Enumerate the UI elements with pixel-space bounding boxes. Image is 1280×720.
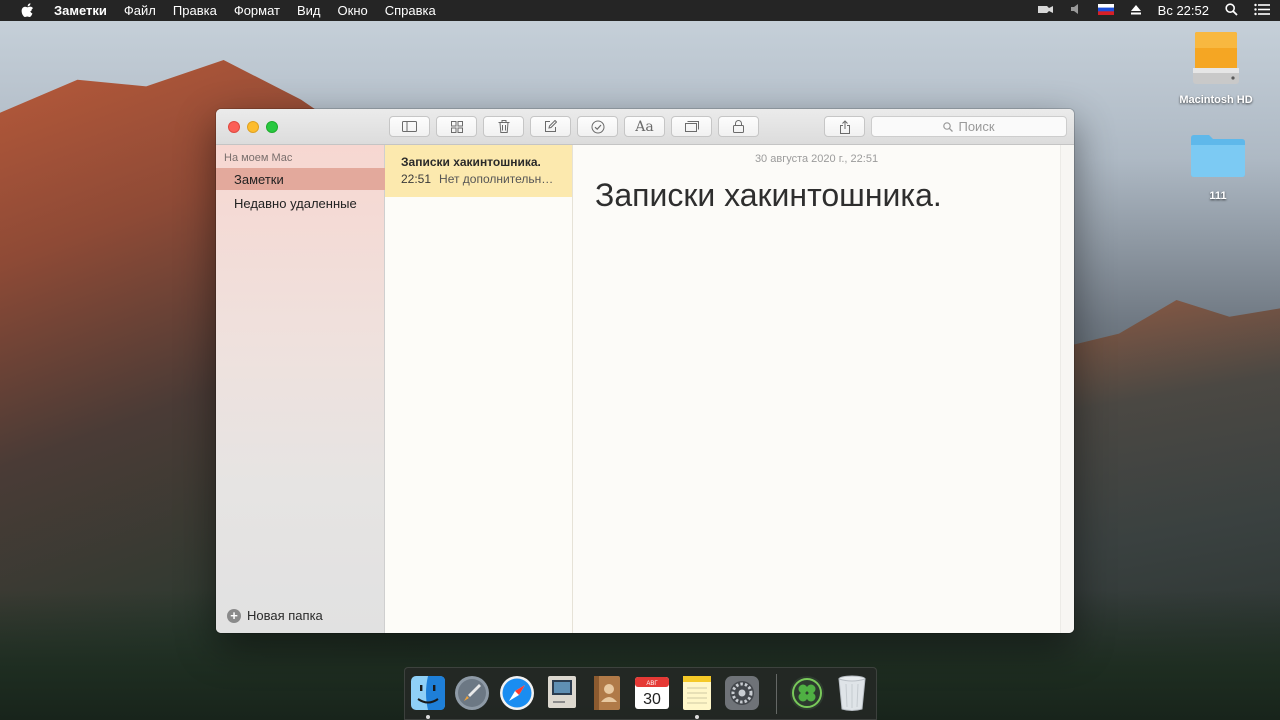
close-button[interactable] xyxy=(228,121,240,133)
plus-circle-icon: + xyxy=(227,608,241,623)
running-indicator xyxy=(695,715,699,719)
screen-recorder-icon[interactable] xyxy=(1036,2,1054,19)
search-icon xyxy=(943,121,954,132)
spotlight-search-icon[interactable] xyxy=(1225,2,1238,19)
volume-icon[interactable] xyxy=(1070,3,1082,18)
folders-sidebar: На моем Mac Заметки Недавно удаленные + … xyxy=(216,145,385,633)
format-text-button[interactable]: Aa xyxy=(624,116,665,137)
eject-icon[interactable] xyxy=(1130,3,1142,18)
dock-classic-mac[interactable] xyxy=(543,674,581,712)
lock-icon xyxy=(733,120,744,133)
calendar-month: АВГ xyxy=(646,681,658,687)
menu-help[interactable]: Справка xyxy=(385,3,436,18)
attachments-view-button[interactable] xyxy=(436,116,477,137)
search-placeholder: Поиск xyxy=(958,119,995,134)
calendar-icon: АВГ 30 xyxy=(635,677,669,709)
notes-app-icon xyxy=(683,676,711,710)
desktop-icon-macintosh-hd[interactable]: Macintosh HD xyxy=(1176,30,1256,106)
note-time: 22:51 xyxy=(401,172,432,186)
desktop-icon-label: Macintosh HD xyxy=(1179,94,1253,106)
apple-icon[interactable] xyxy=(20,3,34,18)
notes-window: Aa Поиск На моем Mac Заметки Недавно уда… xyxy=(216,109,1074,633)
zoom-button[interactable] xyxy=(266,121,278,133)
search-input[interactable]: Поиск xyxy=(871,116,1067,137)
grid-icon xyxy=(450,120,463,133)
note-meta: 22:51 Нет дополнительного текста xyxy=(401,172,572,186)
compose-icon xyxy=(545,120,557,132)
note-heading[interactable]: Записки хакинтошника. xyxy=(595,177,942,214)
dock-notes[interactable] xyxy=(678,674,716,712)
desktop-icon-folder-111[interactable]: 111 xyxy=(1178,132,1258,202)
dock: АВГ 30 xyxy=(404,667,877,720)
note-title: Записки хакинтошника. xyxy=(401,155,541,169)
calendar-day: 30 xyxy=(643,691,661,708)
dock-finder[interactable] xyxy=(409,674,447,712)
trash-icon xyxy=(498,120,509,133)
dock-contacts[interactable] xyxy=(588,674,626,712)
share-icon xyxy=(839,119,850,134)
dock-trash[interactable] xyxy=(833,674,871,712)
dock-clover[interactable] xyxy=(788,674,826,712)
new-note-button[interactable] xyxy=(530,116,571,137)
menu-window[interactable]: Окно xyxy=(338,3,368,18)
photo-browser-icon xyxy=(684,121,699,132)
contacts-book-icon xyxy=(594,676,620,710)
note-list: Записки хакинтошника. 22:51 Нет дополнит… xyxy=(385,145,573,633)
trash-icon xyxy=(838,675,866,711)
folder-icon xyxy=(1191,135,1245,177)
menu-view[interactable]: Вид xyxy=(297,3,321,18)
checklist-button[interactable] xyxy=(577,116,618,137)
dock-calendar[interactable]: АВГ 30 xyxy=(633,674,671,712)
sidebar-icon xyxy=(402,121,417,132)
menu-clock[interactable]: Вс 22:52 xyxy=(1158,3,1209,18)
desktop-icon-label: 111 xyxy=(1209,190,1227,202)
table-media-button[interactable] xyxy=(671,116,712,137)
toolbar: Aa Поиск xyxy=(216,109,1074,145)
checkmark-circle-icon xyxy=(591,120,604,133)
computer-icon xyxy=(548,676,576,708)
minimize-button[interactable] xyxy=(247,121,259,133)
menu-format[interactable]: Формат xyxy=(234,3,280,18)
note-preview: Нет дополнительного текста xyxy=(439,172,559,186)
sidebar-item-recently-deleted[interactable]: Недавно удаленные xyxy=(216,192,385,214)
safari-compass-icon xyxy=(500,676,534,710)
list-item[interactable]: Записки хакинтошника. 22:51 Нет дополнит… xyxy=(385,145,572,197)
russian-flag-icon[interactable] xyxy=(1097,3,1114,18)
dock-separator xyxy=(776,674,777,714)
menu-app-name[interactable]: Заметки xyxy=(54,3,107,18)
share-button[interactable] xyxy=(824,116,865,137)
text-format-icon: Aa xyxy=(635,118,654,135)
finder-icon xyxy=(411,676,445,710)
launchpad-rocket-icon xyxy=(455,676,489,710)
hard-drive-icon xyxy=(1193,32,1239,84)
dock-system-preferences[interactable] xyxy=(723,674,761,712)
sidebar-item-notes[interactable]: Заметки xyxy=(216,168,385,190)
dock-safari[interactable] xyxy=(498,674,536,712)
gear-icon xyxy=(725,676,759,710)
note-editor[interactable]: 30 августа 2020 г., 22:51 Записки хакинт… xyxy=(573,145,1060,633)
note-date: 30 августа 2020 г., 22:51 xyxy=(754,153,879,165)
notification-center-icon[interactable] xyxy=(1254,3,1270,19)
menu-edit[interactable]: Правка xyxy=(173,3,217,18)
dock-launchpad[interactable] xyxy=(453,674,491,712)
sidebar-section-header: На моем Mac xyxy=(224,152,293,164)
toggle-sidebar-button[interactable] xyxy=(389,116,430,137)
running-indicator xyxy=(426,715,430,719)
menu-file[interactable]: Файл xyxy=(124,3,156,18)
menu-bar: Заметки Файл Правка Формат Вид Окно Спра… xyxy=(0,0,1280,21)
delete-note-button[interactable] xyxy=(483,116,524,137)
lock-note-button[interactable] xyxy=(718,116,759,137)
new-folder-button[interactable]: + Новая папка xyxy=(227,608,323,623)
clover-icon xyxy=(790,676,824,710)
editor-scrollbar[interactable] xyxy=(1060,145,1074,633)
new-folder-label: Новая папка xyxy=(247,608,323,623)
